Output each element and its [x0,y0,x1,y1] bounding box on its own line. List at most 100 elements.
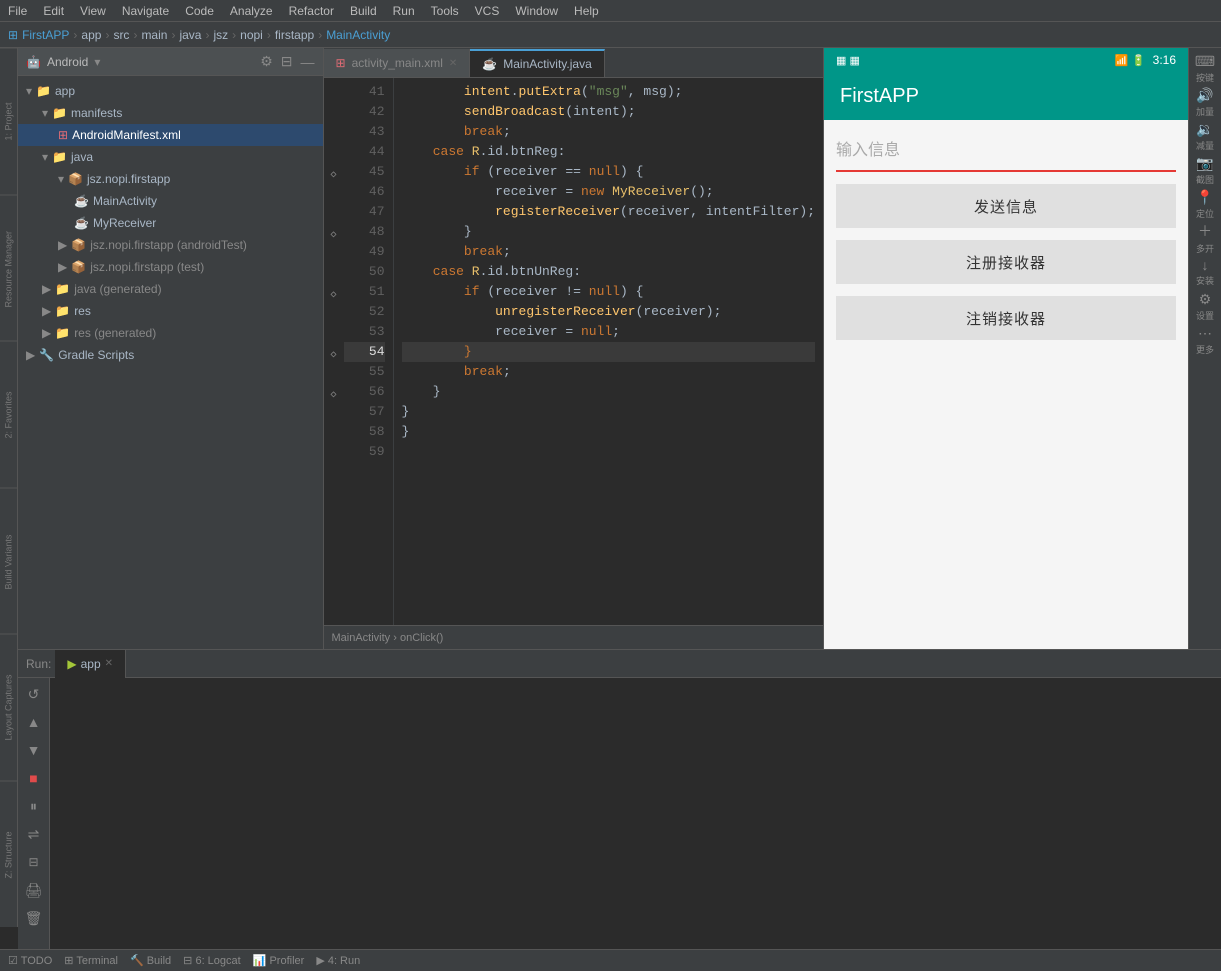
path-firstapp2[interactable]: firstapp [275,28,314,42]
run-icon: ▶ [67,657,76,671]
pause-button[interactable]: ⏸ [22,794,46,818]
emulator-statusbar: ▦ ▦ 📶 🔋 3:16 [824,48,1188,72]
terminal-button[interactable]: ⊞ Terminal [64,954,118,967]
settings-icon[interactable]: ⊟ [281,53,293,70]
menu-run[interactable]: Run [393,4,415,18]
sidebar-item-project[interactable]: 1: Project [0,48,17,195]
multi-open-button[interactable]: ＋ 多开 [1189,222,1221,254]
editor-area: ⊞ activity_main.xml ✕ ☕ MainActivity.jav… [324,48,824,649]
build-button[interactable]: 🔨 Build [130,954,171,967]
path-jsz[interactable]: jsz [213,28,228,42]
code-content[interactable]: intent.putExtra("msg", msg); sendBroadca… [394,78,824,625]
tree-java-generated[interactable]: ▶ 📁 java (generated) [18,278,323,300]
tree-myreceiver[interactable]: ☕ MyReceiver [18,212,323,234]
path-firstapp[interactable]: FirstAPP [22,28,69,42]
menu-file[interactable]: File [8,4,27,18]
rerun-button[interactable]: ↺ [22,682,46,706]
volume-down-button[interactable]: 🔉 减量 [1189,120,1221,152]
dropdown-icon[interactable]: ▾ [94,55,100,69]
tree-res-generated[interactable]: ▶ 📁 res (generated) [18,322,323,344]
tab-close-icon[interactable]: ✕ [105,658,113,669]
tree-mainactivity[interactable]: ☕ MainActivity [18,190,323,212]
menu-refactor[interactable]: Refactor [289,4,334,18]
install-button[interactable]: ↓ 安装 [1189,256,1221,288]
tree-package-test[interactable]: ▶ 📦 jsz.nopi.firstapp (test) [18,256,323,278]
volume-down-icon: 🔉 [1196,121,1213,138]
path-java[interactable]: java [179,28,201,42]
minimize-icon[interactable]: — [301,54,315,70]
tree-package-androidtest[interactable]: ▶ 📦 jsz.nopi.firstapp (androidTest) [18,234,323,256]
sidebar-item-structure[interactable]: Z: Structure [0,781,17,928]
keyboard-button[interactable]: ⌨ 按键 [1189,52,1221,84]
run-status-button[interactable]: ▶ 4: Run [316,954,360,967]
profiler-button[interactable]: 📊 Profiler [253,954,305,967]
tree-java[interactable]: ▾ 📁 java [18,146,323,168]
toolbar-label: 减量 [1196,139,1214,152]
menu-vcs[interactable]: VCS [475,4,500,18]
trash-button[interactable]: 🗑 [22,906,46,930]
stop-button[interactable]: ■ [22,766,46,790]
volume-up-icon: 🔊 [1196,87,1213,104]
path-main[interactable]: main [141,28,167,42]
screenshot-icon: 📷 [1196,155,1213,172]
settings-button[interactable]: ⚙ 设置 [1189,290,1221,322]
scroll-up-button[interactable]: ▲ [22,710,46,734]
wrap-button[interactable]: ⇌ [22,822,46,846]
toolbar-label: 加量 [1196,105,1214,118]
tree-androidmanifest[interactable]: ⊞ AndroidManifest.xml [18,124,323,146]
menu-edit[interactable]: Edit [43,4,64,18]
code-editor[interactable]: ◇ ◇ ◇ ◇ ◇ [324,78,824,625]
layout-captures-edge-label: Layout Captures [4,675,14,741]
unregister-receiver-button[interactable]: 注销接收器 [836,296,1176,340]
menu-help[interactable]: Help [574,4,599,18]
gear-icon[interactable]: ⚙ [260,53,273,70]
path-src[interactable]: src [113,28,129,42]
path-nopi[interactable]: nopi [240,28,263,42]
menu-navigate[interactable]: Navigate [122,4,169,18]
tree-package-main[interactable]: ▾ 📦 jsz.nopi.firstapp [18,168,323,190]
tree-gradle[interactable]: ▶ 🔧 Gradle Scripts [18,344,323,366]
align-button[interactable]: ⊟ [22,850,46,874]
more-button[interactable]: ⋯ 更多 [1189,324,1221,356]
tab-activity-main[interactable]: ⊞ activity_main.xml ✕ [324,49,471,77]
menu-window[interactable]: Window [515,4,558,18]
location-button[interactable]: 📍 定位 [1189,188,1221,220]
menu-tools[interactable]: Tools [431,4,459,18]
sidebar-item-favorites[interactable]: 2: Favorites [0,341,17,488]
tree-app[interactable]: ▾ 📁 app [18,80,323,102]
tree-manifests[interactable]: ▾ 📁 manifests [18,102,323,124]
menu-analyze[interactable]: Analyze [230,4,273,18]
gutter: ◇ ◇ ◇ ◇ ◇ [324,78,344,625]
structure-edge-label: Z: Structure [4,831,14,878]
path-mainactivity[interactable]: MainActivity [326,28,390,42]
install-icon: ↓ [1202,257,1209,273]
status-icons-left: ▦ ▦ [836,54,860,67]
expand-icon: ▶ [42,282,51,296]
message-input[interactable] [836,132,1176,172]
menu-view[interactable]: View [80,4,106,18]
menu-code[interactable]: Code [185,4,214,18]
screenshot-button[interactable]: 📷 截图 [1189,154,1221,186]
register-receiver-button[interactable]: 注册接收器 [836,240,1176,284]
path-app[interactable]: app [81,28,101,42]
expand-icon: ▶ [58,238,67,252]
sidebar-item-resource-manager[interactable]: Resource Manager [0,195,17,342]
sidebar-item-layout-captures[interactable]: Layout Captures [0,634,17,781]
tree-res[interactable]: ▶ 📁 res [18,300,323,322]
sidebar-item-build-variants[interactable]: Build Variants [0,488,17,635]
scroll-down-button[interactable]: ▼ [22,738,46,762]
project-header: 🤖 Android ▾ ⚙ ⊟ — [18,48,323,76]
folder-icon: 📁 [52,150,67,164]
print-button[interactable]: 🖨 [22,878,46,902]
tab-mainactivity[interactable]: ☕ MainActivity.java [470,49,604,77]
logcat-button[interactable]: ⊟ 6: Logcat [183,954,241,967]
todo-button[interactable]: ☑ TODO [8,954,52,967]
tab-close[interactable]: ✕ [449,58,457,69]
menu-build[interactable]: Build [350,4,377,18]
run-output[interactable] [50,678,1221,949]
volume-up-button[interactable]: 🔊 加量 [1189,86,1221,118]
run-tab[interactable]: ▶ app ✕ [55,650,126,678]
folder-icon: 📁 [36,84,51,98]
emulator-content[interactable]: 发送信息 注册接收器 注销接收器 [824,120,1188,649]
send-message-button[interactable]: 发送信息 [836,184,1176,228]
